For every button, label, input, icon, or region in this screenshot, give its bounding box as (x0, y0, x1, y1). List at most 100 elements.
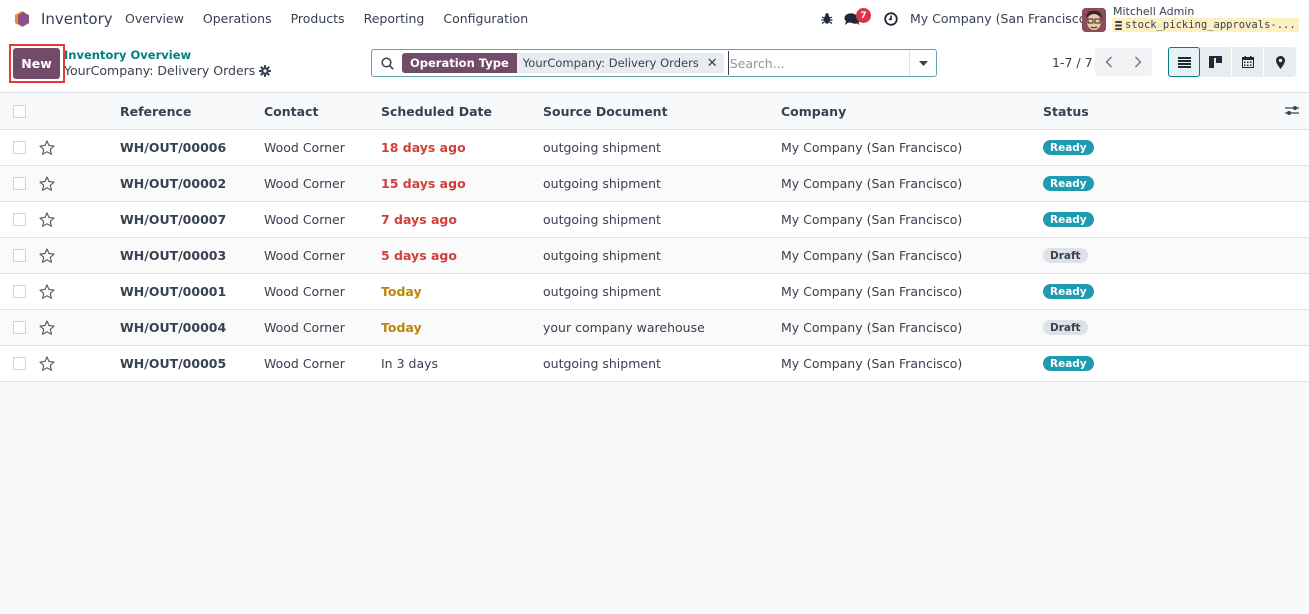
search-bar: Operation Type YourCompany: Delivery Ord… (371, 49, 937, 77)
status-badge: Ready (1043, 284, 1094, 299)
favorite-star-icon[interactable] (39, 211, 55, 228)
favorite-star-icon[interactable] (39, 247, 55, 264)
facet-remove-close-icon[interactable]: ✕ (707, 56, 718, 71)
user-name[interactable]: Mitchell Admin (1113, 5, 1194, 18)
row-star-cell (39, 346, 55, 381)
column-header-contact[interactable]: Contact (264, 93, 318, 129)
menu-configuration[interactable]: Configuration (443, 11, 528, 26)
status-badge: Ready (1043, 176, 1094, 191)
chevron-right-icon (1134, 56, 1142, 68)
header-select-cell (13, 93, 26, 129)
row-select-cell (13, 166, 26, 201)
menu-products[interactable]: Products (291, 11, 345, 26)
row-select-cell (13, 346, 26, 381)
pager-next-button[interactable] (1124, 48, 1153, 76)
row-checkbox[interactable] (13, 321, 26, 334)
inventory-app-logo-icon[interactable] (13, 10, 31, 28)
row-reference: WH/OUT/00002 (120, 176, 227, 191)
view-list-button[interactable] (1168, 47, 1200, 77)
table-row[interactable]: WH/OUT/00007 Wood Corner 7 days ago outg… (0, 202, 1309, 238)
row-source-document: outgoing shipment (543, 140, 661, 155)
company-switcher[interactable]: My Company (San Francisco) (910, 11, 1091, 26)
row-checkbox[interactable] (13, 213, 26, 226)
row-star-cell (39, 310, 55, 345)
map-pin-icon (1275, 55, 1285, 69)
column-header-company[interactable]: Company (781, 93, 846, 129)
column-header-status[interactable]: Status (1043, 93, 1089, 129)
row-company: My Company (San Francisco) (781, 140, 963, 155)
calendar-view-icon (1241, 56, 1254, 68)
row-star-cell (39, 202, 55, 237)
row-scheduled-date: Today (381, 320, 422, 335)
row-star-cell (39, 274, 55, 309)
app-name[interactable]: Inventory (41, 10, 113, 28)
row-select-cell (13, 130, 26, 165)
view-map-button[interactable] (1264, 47, 1296, 77)
column-header-source-document[interactable]: Source Document (543, 93, 668, 129)
breadcrumb-inventory-overview[interactable]: Inventory Overview (64, 48, 191, 62)
row-status-cell: Ready (1043, 130, 1094, 165)
row-checkbox[interactable] (13, 249, 26, 262)
new-button[interactable]: New (13, 48, 60, 79)
table-row[interactable]: WH/OUT/00004 Wood Corner Today your comp… (0, 310, 1309, 346)
table-row[interactable]: WH/OUT/00005 Wood Corner In 3 days outgo… (0, 346, 1309, 382)
table-row[interactable]: WH/OUT/00002 Wood Corner 15 days ago out… (0, 166, 1309, 202)
favorite-star-icon[interactable] (39, 355, 55, 372)
table-row[interactable]: WH/OUT/00006 Wood Corner 18 days ago out… (0, 130, 1309, 166)
activity-clock-icon[interactable] (884, 12, 898, 26)
facet-value: YourCompany: Delivery Orders ✕ (516, 53, 724, 73)
row-checkbox[interactable] (13, 285, 26, 298)
message-count-badge: 7 (856, 8, 871, 23)
search-input[interactable] (727, 51, 909, 75)
control-panel: New Inventory Overview YourCompany: Deli… (0, 38, 1309, 93)
status-badge: Draft (1043, 320, 1088, 335)
row-reference: WH/OUT/00004 (120, 320, 227, 335)
row-checkbox[interactable] (13, 141, 26, 154)
row-status-cell: Draft (1043, 238, 1088, 273)
row-star-cell (39, 166, 55, 201)
search-icon[interactable] (372, 56, 402, 70)
row-checkbox[interactable] (13, 357, 26, 370)
row-status-cell: Ready (1043, 274, 1094, 309)
optional-columns-sliders-icon[interactable] (1285, 104, 1299, 117)
menu-reporting[interactable]: Reporting (364, 11, 425, 26)
table-row[interactable]: WH/OUT/00003 Wood Corner 5 days ago outg… (0, 238, 1309, 274)
row-contact: Wood Corner (264, 248, 345, 263)
gear-icon[interactable] (259, 64, 272, 77)
table-row[interactable]: WH/OUT/00001 Wood Corner Today outgoing … (0, 274, 1309, 310)
row-contact: Wood Corner (264, 176, 345, 191)
row-reference: WH/OUT/00003 (120, 248, 227, 263)
menu-operations[interactable]: Operations (203, 11, 272, 26)
list-header: Reference Contact Scheduled Date Source … (0, 93, 1309, 130)
row-source-document: outgoing shipment (543, 248, 661, 263)
row-scheduled-date: 7 days ago (381, 212, 457, 227)
favorite-star-icon[interactable] (39, 319, 55, 336)
search-options-toggle[interactable] (909, 50, 936, 76)
status-badge: Ready (1043, 140, 1094, 155)
column-header-scheduled-date[interactable]: Scheduled Date (381, 93, 492, 129)
row-contact: Wood Corner (264, 140, 345, 155)
favorite-star-icon[interactable] (39, 175, 55, 192)
menu-overview[interactable]: Overview (125, 11, 184, 26)
row-company: My Company (San Francisco) (781, 212, 963, 227)
pager-previous-button[interactable] (1095, 48, 1124, 76)
debug-bug-icon[interactable] (821, 12, 833, 25)
database-name: stock_picking_approvals-... (1125, 19, 1296, 31)
user-avatar[interactable] (1082, 8, 1106, 32)
page-title-text: YourCompany: Delivery Orders (64, 63, 256, 78)
view-calendar-button[interactable] (1232, 47, 1264, 77)
column-header-reference[interactable]: Reference (120, 93, 191, 129)
database-icon (1115, 20, 1122, 30)
row-status-cell: Ready (1043, 202, 1094, 237)
row-star-cell (39, 130, 55, 165)
view-switcher (1168, 47, 1296, 77)
favorite-star-icon[interactable] (39, 283, 55, 300)
favorite-star-icon[interactable] (39, 139, 55, 156)
facet-value-text: YourCompany: Delivery Orders (522, 56, 699, 70)
row-scheduled-date: 15 days ago (381, 176, 466, 191)
pager-value[interactable]: 1-7 / 7 (1052, 55, 1093, 70)
view-kanban-button[interactable] (1200, 47, 1232, 77)
row-select-cell (13, 202, 26, 237)
row-checkbox[interactable] (13, 177, 26, 190)
select-all-checkbox[interactable] (13, 104, 26, 118)
